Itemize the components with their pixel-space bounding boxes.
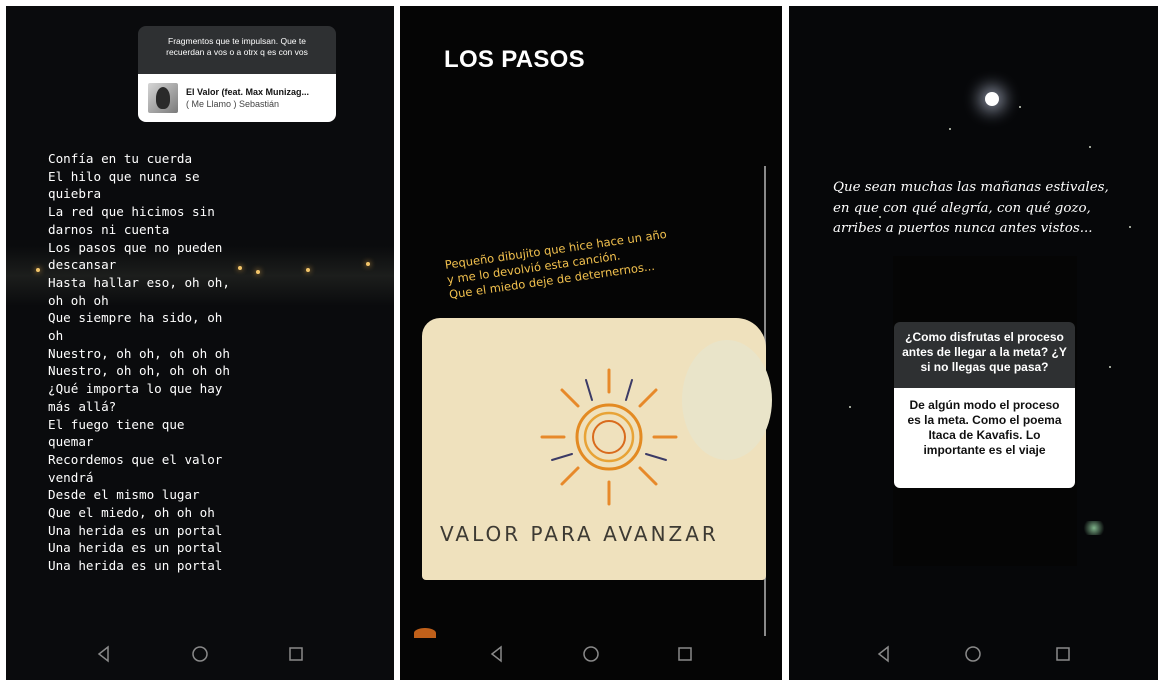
lyric-line: Confía en tu cuerda xyxy=(48,151,193,166)
android-navbar xyxy=(789,628,1158,680)
back-button[interactable] xyxy=(89,639,119,669)
question-answer-sticker[interactable]: ¿Como disfrutas el proceso antes de lleg… xyxy=(894,322,1075,488)
lyric-line: Hasta hallar eso, oh oh, xyxy=(48,274,230,290)
recents-button[interactable] xyxy=(1048,639,1078,669)
lyric-line: darnos ni cuenta xyxy=(48,221,170,237)
lyric-line: oh xyxy=(48,328,64,344)
paper-fold xyxy=(682,340,772,460)
city-light xyxy=(256,270,260,274)
home-circle-icon xyxy=(192,646,208,662)
recents-square-icon xyxy=(289,647,303,661)
lyric-line: El fuego tiene que xyxy=(48,416,185,432)
music-question-sticker[interactable]: Fragmentos que te impulsan. Que te recue… xyxy=(138,26,336,122)
lyric-line: La red que hicimos sin xyxy=(48,204,215,220)
story-title: LOS PASOS xyxy=(444,46,585,73)
back-triangle-icon xyxy=(877,645,889,663)
home-circle-icon xyxy=(965,646,982,662)
back-triangle-icon xyxy=(97,645,109,663)
star xyxy=(1109,366,1111,368)
lyric-line: ¿Qué importa lo que hay xyxy=(48,381,223,397)
music-track-row[interactable]: El Valor (feat. Max Munizag... ( Me Llam… xyxy=(138,74,336,122)
drawing-handwritten-text: VALOR PARA AVANZAR xyxy=(440,522,719,546)
lyric-line: El hilo que nunca se xyxy=(48,168,200,184)
lyric-line: vendrá xyxy=(48,469,94,485)
star xyxy=(1019,106,1021,108)
back-triangle-icon xyxy=(490,645,502,663)
drawing-caption: Pequeño dibujito que hice hace un año y … xyxy=(444,222,708,303)
album-art xyxy=(148,83,178,113)
sticker-answer: De algún modo el proceso es la meta. Com… xyxy=(894,388,1075,488)
back-button[interactable] xyxy=(869,639,899,669)
home-button[interactable] xyxy=(185,639,215,669)
recents-button[interactable] xyxy=(281,639,311,669)
lyric-line: quemar xyxy=(48,434,94,450)
home-button[interactable] xyxy=(576,639,606,669)
back-button[interactable] xyxy=(482,639,512,669)
lyric-line: Desde el mismo lugar xyxy=(48,487,200,503)
city-light xyxy=(36,268,40,272)
lyric-line: oh oh oh xyxy=(48,292,109,308)
lyric-line: Que siempre ha sido, oh xyxy=(48,310,223,326)
lyric-line: más allá? xyxy=(48,398,117,414)
star xyxy=(949,128,951,130)
home-button[interactable] xyxy=(958,639,988,669)
lyrics-text: Confía en tu cuerda El hilo que nunca se… xyxy=(48,150,248,575)
lyric-line: Recordemos que el valor xyxy=(48,451,223,467)
lyric-line: descansar xyxy=(48,257,117,273)
recents-square-icon xyxy=(1056,647,1070,661)
sticker-question: Fragmentos que te impulsan. Que te recue… xyxy=(138,26,336,74)
star xyxy=(1089,146,1091,148)
sun-drawing xyxy=(540,368,678,506)
home-circle-icon xyxy=(583,646,599,662)
moon xyxy=(985,92,999,106)
quote-line: en que con qué alegría, con qué gozo, xyxy=(833,200,1091,216)
lyric-line: Una herida es un portal xyxy=(48,540,223,556)
lyric-line: Nuestro, oh oh, oh oh oh xyxy=(48,363,230,379)
recents-square-icon xyxy=(678,647,692,661)
lyric-line: Que el miedo, oh oh oh xyxy=(48,505,215,521)
quote-line: arribes a puertos nunca antes vistos... xyxy=(833,221,1093,236)
drawing-photo: VALOR PARA AVANZAR xyxy=(422,318,772,580)
poem-quote: Que sean muchas las mañanas estivales, e… xyxy=(833,178,1153,240)
green-light xyxy=(1081,521,1107,535)
quote-line: Que sean muchas las mañanas estivales, xyxy=(833,180,1109,195)
android-navbar xyxy=(400,628,782,680)
story-panel-question: Que sean muchas las mañanas estivales, e… xyxy=(789,6,1158,680)
lyric-line: Una herida es un portal xyxy=(48,558,223,574)
sticker-question: ¿Como disfrutas el proceso antes de lleg… xyxy=(894,322,1075,388)
city-light xyxy=(366,262,370,266)
track-artist: ( Me Llamo ) Sebastián xyxy=(186,99,280,109)
star xyxy=(849,406,851,408)
lyric-line: quiebra xyxy=(48,186,102,202)
city-light xyxy=(306,268,310,272)
recents-button[interactable] xyxy=(670,639,700,669)
track-title: El Valor (feat. Max Munizag... xyxy=(186,87,310,97)
lyric-line: Los pasos que no pueden xyxy=(48,239,223,255)
android-navbar xyxy=(6,628,394,680)
story-panel-lyrics: Fragmentos que te impulsan. Que te recue… xyxy=(6,6,394,680)
story-panel-drawing: LOS PASOS Pequeño dibujito que hice hace… xyxy=(400,6,782,680)
lyric-line: Una herida es un portal xyxy=(48,522,223,538)
lyric-line: Nuestro, oh oh, oh oh oh xyxy=(48,345,230,361)
